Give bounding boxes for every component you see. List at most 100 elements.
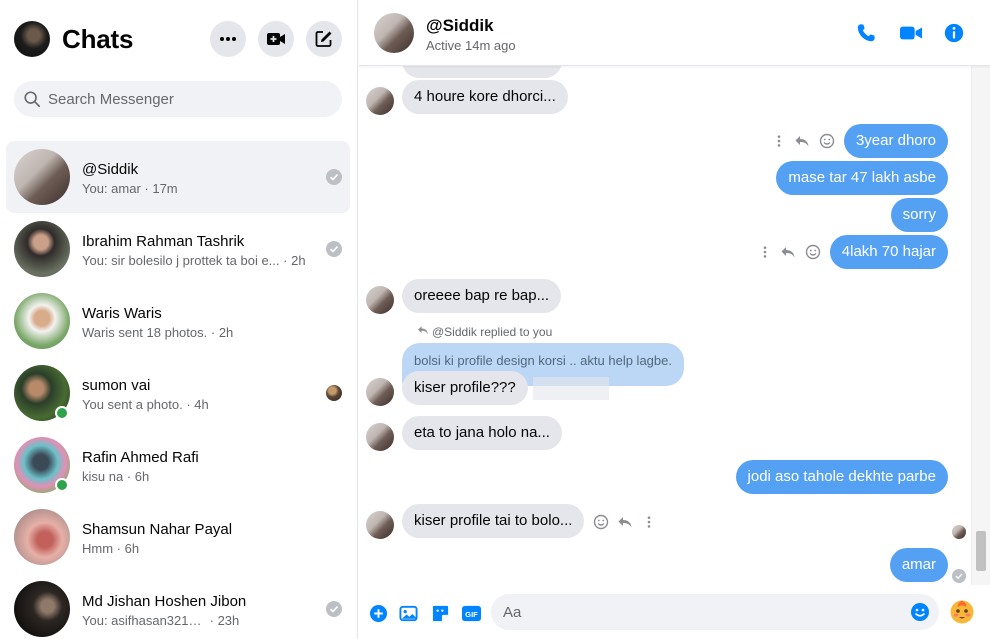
chat-item-waris[interactable]: Waris Waris Waris sent 18 photos. · 2h — [6, 285, 350, 357]
emoji-icon[interactable] — [910, 602, 930, 622]
chat-sidebar: Chats @Siddik You: amar · 17m — [0, 0, 358, 639]
search-messenger[interactable] — [14, 81, 342, 117]
message-bubble[interactable]: kiser profile tai to bolo... — [402, 504, 585, 538]
my-avatar[interactable] — [14, 21, 50, 57]
message-bubble[interactable]: jodi aso tahole dekhte parbe — [735, 460, 948, 494]
chat-item-payal[interactable]: Shamsun Nahar Payal Hmm · 6h — [6, 501, 350, 573]
reply-icon[interactable] — [617, 514, 633, 530]
online-indicator — [55, 478, 69, 492]
contact-name[interactable]: @Siddik — [426, 16, 494, 36]
avatar — [14, 293, 70, 349]
sender-avatar — [366, 378, 394, 406]
preview-time: 2h — [218, 325, 234, 340]
conversation-header: @Siddik Active 14m ago — [359, 0, 990, 66]
message-bubble[interactable]: eta to jana holo na... — [402, 416, 562, 450]
message-bubble[interactable]: amar — [889, 548, 948, 582]
chat-item-sumon[interactable]: sumon vai You sent a photo. · 4h — [6, 357, 350, 429]
sent-check-icon — [326, 241, 342, 257]
preview-text: Waris sent 18 photos. — [82, 325, 208, 340]
preview-time: 6h — [134, 469, 150, 484]
message-composer: GIF — [359, 585, 990, 639]
new-message-button[interactable] — [306, 21, 342, 57]
sent-check-icon — [326, 169, 342, 185]
preview-text: You: amar — [82, 181, 141, 196]
chat-item-rafin[interactable]: Rafin Ahmed Rafi kisu na · 6h — [6, 429, 350, 501]
reply-icon[interactable] — [780, 244, 796, 260]
message-bubble[interactable]: mase tar 47 lakh asbe — [776, 161, 948, 195]
scrollbar-thumb[interactable] — [976, 531, 986, 571]
sent-check-icon — [952, 569, 966, 583]
message-input[interactable] — [503, 603, 893, 621]
more-vertical-icon[interactable] — [641, 514, 657, 530]
chat-name: Rafin Ahmed Rafi — [82, 449, 199, 466]
chat-name: Waris Waris — [82, 305, 162, 322]
message-bubble[interactable]: 3year dhoro — [843, 124, 948, 158]
read-receipt-avatar — [952, 525, 966, 539]
message-bubble[interactable]: kiser profile??? — [402, 371, 528, 405]
sender-avatar — [366, 87, 394, 115]
reply-note-text: @Siddik replied to you — [432, 324, 553, 339]
reaction-emoji-icon[interactable] — [805, 244, 821, 260]
contact-avatar[interactable] — [374, 13, 414, 53]
separator: · — [206, 613, 218, 628]
message-bubble[interactable]: oreeee bap re bap... — [402, 279, 562, 313]
preview-time: 4h — [194, 397, 209, 412]
message-scrollbar[interactable] — [971, 66, 990, 585]
phone-icon[interactable] — [854, 21, 878, 45]
search-icon — [23, 89, 43, 109]
chat-preview: You: amar · 17m — [82, 181, 178, 196]
message-bubble-clipped[interactable] — [402, 66, 562, 78]
preview-text: Hmm — [82, 541, 114, 556]
separator: · — [140, 181, 153, 196]
sticker-icon[interactable] — [430, 603, 450, 623]
sidebar-title: Chats — [62, 24, 134, 54]
chat-preview: Waris sent 18 photos. · 2h — [82, 325, 233, 340]
video-call-icon[interactable] — [898, 21, 924, 45]
separator: · — [207, 325, 219, 340]
more-vertical-icon[interactable] — [757, 244, 773, 260]
message-input-wrapper[interactable] — [491, 594, 939, 630]
separator: · — [182, 397, 195, 412]
quick-reaction-emoji-icon[interactable] — [949, 599, 975, 625]
reply-note: @Siddik replied to you — [417, 324, 552, 339]
chat-name: @Siddik — [82, 161, 139, 178]
info-icon[interactable] — [942, 21, 966, 45]
preview-text: kisu na — [82, 469, 124, 484]
preview-text: You sent a photo. — [82, 397, 183, 412]
avatar — [14, 509, 70, 565]
active-status: Active 14m ago — [426, 38, 516, 53]
preview-time: 23h — [217, 613, 240, 628]
chat-item-ibrahim[interactable]: Ibrahim Rahman Tashrik You: sir bolesilo… — [6, 213, 350, 285]
message-bubble[interactable]: sorry — [890, 198, 948, 232]
more-icon — [220, 37, 236, 41]
message-bubble[interactable]: 4lakh 70 hajar — [829, 235, 948, 269]
chat-name: Ibrahim Rahman Tashrik — [82, 233, 245, 250]
new-video-call-button[interactable] — [258, 21, 294, 57]
online-indicator — [55, 406, 69, 420]
conversation-pane: @Siddik Active 14m ago 4 houre kore dhor… — [359, 0, 990, 639]
chat-item-siddik[interactable]: @Siddik You: amar · 17m — [6, 141, 350, 213]
reaction-emoji-icon[interactable] — [593, 514, 609, 530]
more-options-button[interactable] — [210, 21, 246, 57]
chat-name: Shamsun Nahar Payal — [82, 521, 233, 538]
avatar — [14, 581, 70, 637]
reply-icon[interactable] — [794, 133, 810, 149]
gif-icon[interactable]: GIF — [460, 603, 482, 623]
sidebar-header: Chats — [0, 0, 357, 78]
message-bubble[interactable]: 4 houre kore dhorci... — [402, 80, 568, 114]
blurred-region — [533, 377, 609, 400]
preview-time: 2h — [291, 253, 306, 268]
chat-preview: You: asifhasan3210... · 23h — [82, 613, 239, 628]
new-video-call-icon — [267, 33, 285, 45]
more-vertical-icon[interactable] — [771, 133, 787, 149]
search-input[interactable] — [48, 90, 318, 108]
reply-icon — [417, 324, 429, 339]
reaction-emoji-icon[interactable] — [819, 133, 835, 149]
image-icon[interactable] — [398, 603, 418, 623]
plus-icon[interactable] — [368, 603, 388, 623]
separator: · — [113, 541, 125, 556]
svg-text:GIF: GIF — [465, 610, 478, 619]
chat-preview: You: sir bolesilo j prottek ta boi e... … — [82, 253, 306, 268]
chat-list: @Siddik You: amar · 17m Ibrahim Rahman T… — [6, 141, 350, 639]
chat-item-jibon[interactable]: Md Jishan Hoshen Jibon You: asifhasan321… — [6, 573, 350, 639]
